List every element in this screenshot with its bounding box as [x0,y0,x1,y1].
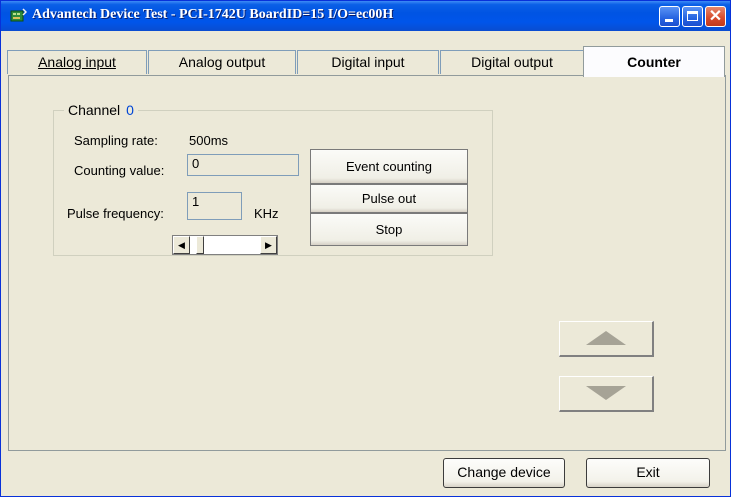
event-counting-button[interactable]: Event counting [310,149,468,184]
triangle-up-icon [586,331,626,345]
up-button[interactable] [559,321,654,357]
tab-counter[interactable]: Counter [583,46,725,77]
scroll-thumb[interactable] [196,236,204,254]
tab-label: Counter [627,54,681,70]
pulse-frequency-scrollbar[interactable]: ◀ ▶ [172,235,278,255]
app-window: Advantech Device Test - PCI-1742U BoardI… [0,0,731,497]
counter-panel: Channel 0 Sampling rate: 500ms Counting v… [8,75,726,451]
minimize-icon [665,19,673,22]
channel-title: Channel 0 [64,102,138,118]
sampling-rate-value: 500ms [189,133,229,148]
app-icon [10,8,27,22]
tab-digital-output[interactable]: Digital output [440,50,584,74]
triangle-down-icon [586,386,626,400]
pulse-out-button[interactable]: Pulse out [310,184,468,213]
change-device-label: Change device [457,464,551,480]
pulse-frequency-label: Pulse frequency: [67,206,164,221]
window-title: Advantech Device Test - PCI-1742U BoardI… [32,7,394,22]
scroll-left-button[interactable]: ◀ [173,236,190,254]
tab-label: Analog input [38,54,116,70]
tab-analog-input[interactable]: Analog input [7,50,147,74]
title-bar[interactable]: Advantech Device Test - PCI-1742U BoardI… [1,1,730,31]
sampling-rate-label: Sampling rate: [74,133,158,148]
tab-digital-input[interactable]: Digital input [297,50,439,74]
down-button[interactable] [559,376,654,412]
exit-label: Exit [636,464,660,480]
close-icon: ✕ [708,8,723,25]
tab-bar: Analog input Analog output Digital input… [7,46,727,77]
scroll-right-button[interactable]: ▶ [260,236,277,254]
tab-label: Analog output [178,54,266,70]
close-button[interactable]: ✕ [705,6,726,27]
counting-value-label: Counting value: [74,163,165,178]
channel-number: 0 [126,102,134,118]
channel-label: Channel [68,102,121,118]
counting-value-field: 0 [187,154,299,176]
exit-button[interactable]: Exit [586,458,710,488]
arrow-right-icon: ▶ [265,240,272,250]
tab-label: Digital output [471,54,553,70]
pulse-frequency-field[interactable]: 1 [187,192,242,220]
pulse-unit-label: KHz [254,206,279,221]
stop-button[interactable]: Stop [310,213,468,246]
tab-label: Digital input [331,54,405,70]
arrow-left-icon: ◀ [178,240,185,250]
minimize-button[interactable] [659,6,680,27]
channel-groupbox: Channel 0 Sampling rate: 500ms Counting v… [53,102,493,256]
maximize-icon [687,11,698,21]
tab-analog-output[interactable]: Analog output [148,50,296,74]
maximize-button[interactable] [682,6,703,27]
change-device-button[interactable]: Change device [443,458,565,488]
